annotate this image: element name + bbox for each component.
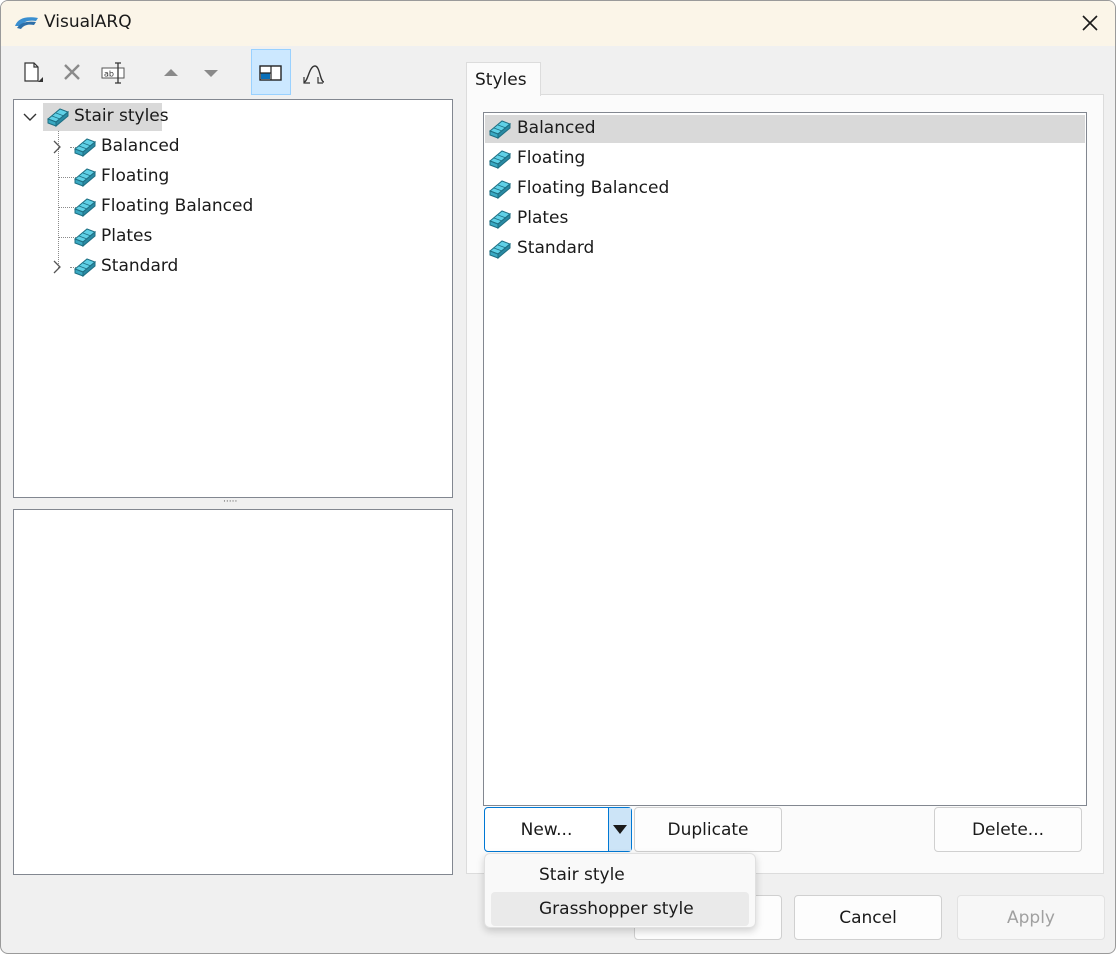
menu-item-stair-style[interactable]: Stair style bbox=[491, 858, 749, 892]
menu-item-grasshopper-style[interactable]: Grasshopper style bbox=[491, 892, 749, 926]
menu-item-label: Grasshopper style bbox=[539, 899, 694, 919]
move-down-button[interactable] bbox=[191, 51, 229, 93]
move-up-button[interactable] bbox=[151, 51, 189, 93]
apply-button-label: Apply bbox=[1007, 908, 1055, 928]
tree-item-label: Plates bbox=[101, 226, 153, 246]
list-item-label: Standard bbox=[517, 238, 595, 258]
stair-style-icon bbox=[74, 228, 96, 248]
stair-style-icon bbox=[74, 258, 96, 278]
apply-button[interactable]: Apply bbox=[957, 895, 1105, 940]
list-item[interactable]: Plates bbox=[485, 205, 1085, 233]
tab-styles[interactable]: Styles bbox=[466, 62, 541, 96]
stair-style-icon bbox=[74, 138, 96, 158]
tree-item[interactable]: Balanced bbox=[14, 133, 452, 161]
tree-item-label: Balanced bbox=[101, 136, 180, 156]
duplicate-button-label: Duplicate bbox=[667, 820, 749, 840]
list-item-label: Balanced bbox=[517, 118, 596, 138]
tree-item[interactable]: Plates bbox=[14, 223, 452, 251]
style-tree-panel: Stair styles Balanced Floating Floating … bbox=[13, 99, 453, 498]
dropdown-arrow-icon bbox=[613, 825, 627, 834]
new-button-label: New... bbox=[520, 820, 573, 840]
list-item[interactable]: Floating bbox=[485, 145, 1085, 173]
panel-splitter[interactable]: ····· bbox=[13, 498, 453, 509]
arrow-up-icon bbox=[164, 69, 178, 76]
list-item-label: Floating bbox=[517, 148, 586, 168]
new-dropdown-button[interactable] bbox=[608, 808, 631, 851]
cancel-button-label: Cancel bbox=[839, 908, 897, 928]
cancel-button[interactable]: Cancel bbox=[794, 895, 942, 940]
stair-style-icon bbox=[489, 120, 511, 140]
tab-styles-label: Styles bbox=[475, 70, 527, 90]
new-button[interactable]: New... bbox=[485, 808, 608, 851]
duplicate-button[interactable]: Duplicate bbox=[634, 807, 782, 852]
tree-item-label: Floating bbox=[101, 166, 170, 186]
delete-button-label: Delete... bbox=[971, 820, 1045, 840]
menu-item-label: Stair style bbox=[539, 865, 625, 885]
close-icon bbox=[1082, 15, 1098, 31]
tree-item[interactable]: Floating bbox=[14, 163, 452, 191]
stair-style-icon bbox=[74, 198, 96, 218]
stair-style-icon bbox=[74, 168, 96, 188]
chevron-down-icon[interactable] bbox=[23, 110, 37, 124]
list-item-label: Floating Balanced bbox=[517, 178, 670, 198]
stair-style-icon bbox=[489, 180, 511, 200]
rename-icon: ab bbox=[101, 62, 125, 84]
window-title: VisualARQ bbox=[44, 12, 132, 32]
new-split-button: New... bbox=[484, 807, 632, 852]
new-style-menu: Stair style Grasshopper style bbox=[484, 853, 756, 928]
rename-button[interactable]: ab bbox=[92, 51, 130, 93]
tree-item[interactable]: Standard bbox=[14, 253, 452, 281]
stair-style-icon bbox=[489, 240, 511, 260]
grasshopper-button[interactable] bbox=[293, 51, 331, 93]
list-item[interactable]: Standard bbox=[485, 235, 1085, 263]
grasshopper-icon bbox=[303, 65, 325, 84]
stair-style-icon bbox=[47, 108, 69, 128]
tree-item-label: Standard bbox=[101, 256, 179, 276]
svg-text:ab: ab bbox=[104, 70, 114, 79]
arrow-down-icon bbox=[204, 70, 218, 77]
grip-dots-icon: ····· bbox=[223, 497, 238, 507]
tree-item[interactable]: Floating Balanced bbox=[14, 193, 452, 221]
layout-toggle-button[interactable] bbox=[251, 49, 291, 95]
tree-root-row[interactable]: Stair styles bbox=[14, 103, 452, 131]
new-document-button[interactable] bbox=[14, 51, 52, 93]
list-item[interactable]: Balanced bbox=[485, 115, 1085, 143]
close-button[interactable] bbox=[1065, 1, 1115, 46]
delete-button[interactable] bbox=[53, 51, 91, 93]
visualarq-logo-icon bbox=[15, 17, 38, 29]
delete-style-button[interactable]: Delete... bbox=[934, 807, 1082, 852]
delete-x-icon bbox=[64, 64, 80, 80]
tree-root-label: Stair styles bbox=[74, 106, 169, 126]
list-item-label: Plates bbox=[517, 208, 569, 228]
panel-layout-icon bbox=[259, 65, 282, 81]
tree-item-label: Floating Balanced bbox=[101, 196, 254, 216]
chevron-right-icon[interactable] bbox=[50, 140, 64, 154]
stair-style-icon bbox=[489, 150, 511, 170]
new-document-icon bbox=[24, 62, 43, 82]
chevron-right-icon[interactable] bbox=[50, 260, 64, 274]
preview-panel bbox=[13, 509, 453, 875]
title-bar: VisualARQ bbox=[1, 1, 1115, 46]
list-item[interactable]: Floating Balanced bbox=[485, 175, 1085, 203]
visualarq-dialog: VisualARQ ab Stair styles Balanced Float… bbox=[0, 0, 1116, 954]
stair-style-icon bbox=[489, 210, 511, 230]
